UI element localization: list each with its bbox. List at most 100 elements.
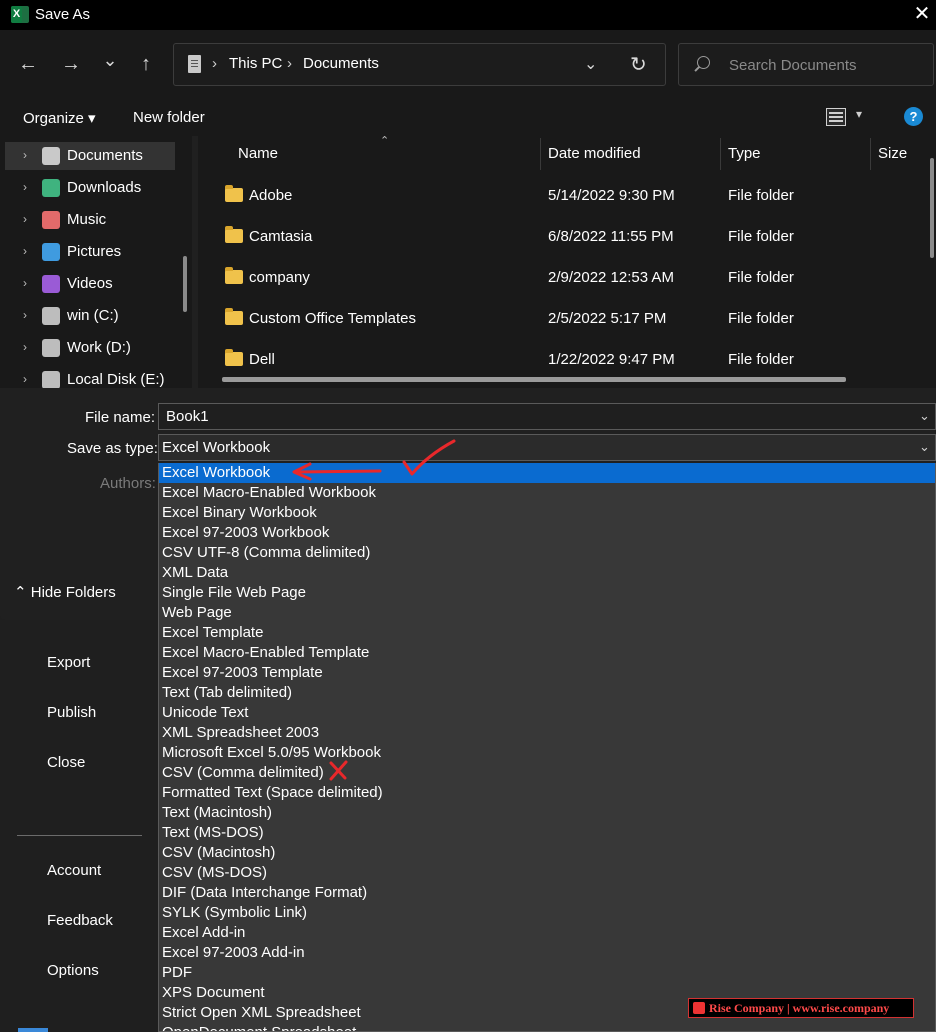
column-divider[interactable]: [540, 138, 541, 170]
documents-icon: [42, 147, 60, 165]
sidebar-item-label: Pictures: [67, 243, 122, 260]
sidebar-item[interactable]: › Work (D:): [5, 334, 175, 362]
save-type-option[interactable]: PDF: [159, 963, 935, 983]
save-type-option[interactable]: Web Page: [159, 603, 935, 623]
save-type-option[interactable]: Excel 97-2003 Add-in: [159, 943, 935, 963]
save-type-option[interactable]: Formatted Text (Space delimited): [159, 783, 935, 803]
file-row[interactable]: Custom Office Templates 2/5/2022 5:17 PM F…: [198, 298, 918, 339]
view-chevron-icon[interactable]: ▾: [856, 107, 862, 121]
save-type-option[interactable]: SYLK (Symbolic Link): [159, 903, 935, 923]
refresh-icon[interactable]: ↻: [630, 52, 647, 77]
column-header-date[interactable]: Date modified: [548, 145, 641, 162]
column-divider[interactable]: [720, 138, 721, 170]
save-as-type-chevron-icon[interactable]: ⌄: [919, 439, 930, 455]
vertical-scrollbar[interactable]: [930, 158, 934, 258]
sidebar-item-label: Videos: [67, 275, 113, 292]
up-arrow-icon[interactable]: ↑: [134, 52, 158, 76]
save-type-option[interactable]: Excel Add-in: [159, 923, 935, 943]
file-row[interactable]: company 2/9/2022 12:53 AM File folder: [198, 257, 918, 298]
backstage-options[interactable]: Options: [47, 962, 99, 979]
column-header-type[interactable]: Type: [728, 145, 761, 162]
hide-folders-button[interactable]: ⌃ Hide Folders: [14, 583, 116, 601]
expand-chevron-icon[interactable]: ›: [23, 148, 27, 162]
save-type-option[interactable]: Excel 97-2003 Workbook: [159, 523, 935, 543]
backstage-account[interactable]: Account: [47, 862, 101, 879]
save-type-option[interactable]: CSV (Macintosh): [159, 843, 935, 863]
sidebar-item[interactable]: › Music: [5, 206, 175, 234]
file-date: 5/14/2022 9:30 PM: [548, 187, 675, 204]
save-type-option[interactable]: Text (Tab delimited): [159, 683, 935, 703]
expand-chevron-icon[interactable]: ›: [23, 340, 27, 354]
column-header-size[interactable]: Size: [878, 145, 907, 162]
file-row[interactable]: Camtasia 6/8/2022 11:55 PM File folder: [198, 216, 918, 257]
save-type-option[interactable]: Excel Macro-Enabled Workbook: [159, 483, 935, 503]
save-as-type-select[interactable]: Excel Workbook ⌄: [158, 434, 936, 461]
file-date: 2/9/2022 12:53 AM: [548, 269, 674, 286]
save-type-option[interactable]: OpenDocument Spreadsheet: [159, 1023, 935, 1031]
save-type-option[interactable]: DIF (Data Interchange Format): [159, 883, 935, 903]
file-name-chevron-icon[interactable]: ⌄: [919, 408, 930, 424]
expand-chevron-icon[interactable]: ›: [23, 308, 27, 322]
windows-start-icon[interactable]: [18, 1028, 48, 1032]
save-type-option[interactable]: CSV UTF-8 (Comma delimited): [159, 543, 935, 563]
search-placeholder[interactable]: Search Documents: [729, 57, 857, 74]
column-divider[interactable]: [870, 138, 871, 170]
save-type-option[interactable]: CSV (Comma delimited): [159, 763, 935, 783]
save-type-option[interactable]: Text (MS-DOS): [159, 823, 935, 843]
sidebar-item[interactable]: › Local Disk (E:): [5, 366, 175, 388]
save-type-option[interactable]: Single File Web Page: [159, 583, 935, 603]
backstage-publish[interactable]: Publish: [47, 704, 96, 721]
navigation-pane: › Documents › Downloads › Music › Pictures › Vide…: [0, 136, 192, 388]
expand-chevron-icon[interactable]: ›: [23, 212, 27, 226]
sidebar-item[interactable]: › win (C:): [5, 302, 175, 330]
sidebar-item[interactable]: › Videos: [5, 270, 175, 298]
back-arrow-icon[interactable]: ←: [16, 52, 40, 76]
save-type-option[interactable]: Excel Binary Workbook: [159, 503, 935, 523]
save-type-option[interactable]: Microsoft Excel 5.0/95 Workbook: [159, 743, 935, 763]
expand-chevron-icon[interactable]: ›: [23, 244, 27, 258]
breadcrumb-separator: ›: [212, 55, 217, 72]
view-options-icon[interactable]: [826, 108, 846, 126]
search-box[interactable]: Search Documents: [678, 43, 934, 86]
file-name-value[interactable]: Book1: [166, 408, 209, 425]
breadcrumb-documents[interactable]: Documents: [303, 55, 379, 72]
backstage-export[interactable]: Export: [47, 654, 90, 671]
breadcrumb-this-pc[interactable]: This PC: [229, 55, 282, 72]
save-type-option[interactable]: XML Data: [159, 563, 935, 583]
forward-arrow-icon[interactable]: →: [59, 52, 83, 76]
sidebar-item[interactable]: › Documents: [5, 142, 175, 170]
new-folder-button[interactable]: New folder: [133, 109, 205, 126]
column-header-name[interactable]: Name: [238, 145, 278, 162]
sidebar-item-label: Local Disk (E:): [67, 371, 165, 388]
address-dropdown-chevron-icon[interactable]: ⌄: [584, 54, 597, 74]
save-type-option[interactable]: Excel Workbook: [159, 463, 935, 483]
file-row[interactable]: Dell 1/22/2022 9:47 PM File folder: [198, 339, 918, 380]
file-name: Custom Office Templates: [249, 310, 417, 327]
save-type-option[interactable]: Text (Macintosh): [159, 803, 935, 823]
sidebar-item[interactable]: › Pictures: [5, 238, 175, 266]
file-name-input[interactable]: Book1 ⌄: [158, 403, 936, 430]
sidebar-item[interactable]: › Downloads: [5, 174, 175, 202]
backstage-close[interactable]: Close: [47, 754, 85, 771]
save-type-option[interactable]: Excel Macro-Enabled Template: [159, 643, 935, 663]
recent-locations-chevron-icon[interactable]: ⌄: [98, 48, 122, 72]
expand-chevron-icon[interactable]: ›: [23, 180, 27, 194]
save-type-option[interactable]: Excel 97-2003 Template: [159, 663, 935, 683]
file-list: ⌃ Name Date modified Type Size Adobe 5/14…: [198, 135, 936, 388]
expand-chevron-icon[interactable]: ›: [23, 372, 27, 386]
save-type-option[interactable]: XML Spreadsheet 2003: [159, 723, 935, 743]
expand-chevron-icon[interactable]: ›: [23, 276, 27, 290]
organize-button[interactable]: Organize ▾: [23, 109, 96, 127]
folder-icon: [225, 349, 243, 366]
save-as-type-value[interactable]: Excel Workbook: [162, 439, 270, 456]
help-icon[interactable]: ?: [904, 107, 923, 126]
close-icon[interactable]: ✕: [910, 2, 934, 26]
backstage-feedback[interactable]: Feedback: [47, 912, 113, 929]
save-type-option[interactable]: Unicode Text: [159, 703, 935, 723]
save-type-option[interactable]: Excel Template: [159, 623, 935, 643]
save-type-option[interactable]: CSV (MS-DOS): [159, 863, 935, 883]
file-row[interactable]: Adobe 5/14/2022 9:30 PM File folder: [198, 175, 918, 216]
sidebar-scrollbar[interactable]: [183, 256, 187, 312]
horizontal-scrollbar[interactable]: [222, 377, 846, 382]
address-bar[interactable]: › This PC › Documents ⌄ ↻: [173, 43, 666, 86]
